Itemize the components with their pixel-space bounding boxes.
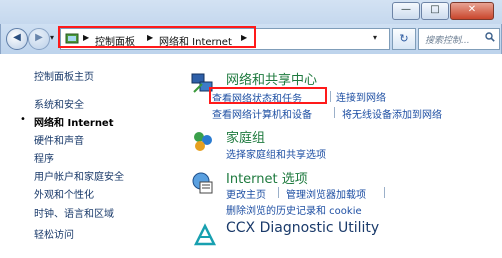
forward-arrow-icon: ▶ (35, 32, 43, 43)
forward-button[interactable]: ▶ (28, 28, 50, 50)
refresh-icon: ↻ (399, 32, 409, 45)
highlight-network-status-box (209, 87, 327, 104)
recent-pages-dropdown-icon[interactable]: ▾ (50, 33, 54, 42)
sidebar-item-user-accounts[interactable]: 用户帐户和家庭安全 (34, 168, 124, 183)
ccx-icon (193, 223, 217, 246)
caption-buttons: — □ ✕ (391, 2, 494, 20)
sidebar-item-clock-language[interactable]: 时钟、语言和区域 (34, 205, 114, 220)
highlight-breadcrumb-box (58, 26, 256, 48)
sidebar-item-system-security[interactable]: 系统和安全 (34, 96, 84, 111)
search-box[interactable]: 搜索控制... (418, 28, 500, 50)
change-homepage-link[interactable]: 更改主页 (226, 186, 266, 201)
sidebar-item-appearance[interactable]: 外观和个性化 (34, 186, 94, 201)
maximize-icon: □ (430, 4, 440, 15)
internet-options-title[interactable]: Internet 选项 (226, 168, 308, 187)
active-bullet-icon: • (20, 114, 26, 125)
link-divider (278, 187, 279, 198)
sidebar-item-network-internet[interactable]: 网络和 Internet (34, 114, 114, 129)
link-divider (334, 107, 335, 118)
sidebar-item-programs[interactable]: 程序 (34, 150, 54, 165)
address-dropdown-icon[interactable]: ▾ (373, 33, 377, 42)
network-sharing-title[interactable]: 网络和共享中心 (226, 69, 317, 88)
refresh-button[interactable]: ↻ (392, 28, 416, 50)
maximize-button[interactable]: □ (421, 2, 449, 20)
link-divider (384, 187, 385, 198)
homegroup-title[interactable]: 家庭组 (226, 127, 265, 146)
homegroup-options-link[interactable]: 选择家庭组和共享选项 (226, 146, 326, 161)
sidebar-item-ease-of-access[interactable]: 轻松访问 (34, 226, 74, 241)
manage-addons-link[interactable]: 管理浏览器加载项 (286, 186, 366, 201)
view-network-computers-link[interactable]: 查看网络计算机和设备 (212, 106, 312, 121)
minimize-button[interactable]: — (392, 2, 420, 20)
connect-network-link[interactable]: 连接到网络 (336, 89, 386, 104)
back-arrow-icon: ◀ (13, 32, 21, 43)
close-icon: ✕ (467, 4, 477, 15)
link-divider (330, 91, 331, 102)
left-navigation-pane (0, 54, 166, 258)
ccx-diagnostic-title[interactable]: CCX Diagnostic Utility (226, 220, 379, 236)
sidebar-item-control-panel-home[interactable]: 控制面板主页 (34, 68, 94, 83)
minimize-icon: — (401, 4, 411, 15)
add-wireless-device-link[interactable]: 将无线设备添加到网络 (342, 106, 442, 121)
sidebar-item-hardware-sound[interactable]: 硬件和声音 (34, 132, 84, 147)
delete-history-link[interactable]: 删除浏览的历史记录和 cookie (226, 202, 362, 217)
close-button[interactable]: ✕ (450, 2, 494, 20)
search-placeholder: 搜索控制... (425, 36, 470, 46)
homegroup-icon (194, 132, 212, 151)
search-icon (485, 32, 495, 42)
back-button[interactable]: ◀ (6, 28, 28, 50)
internet-options-icon (192, 172, 213, 194)
title-bar: — □ ✕ (0, 0, 502, 24)
